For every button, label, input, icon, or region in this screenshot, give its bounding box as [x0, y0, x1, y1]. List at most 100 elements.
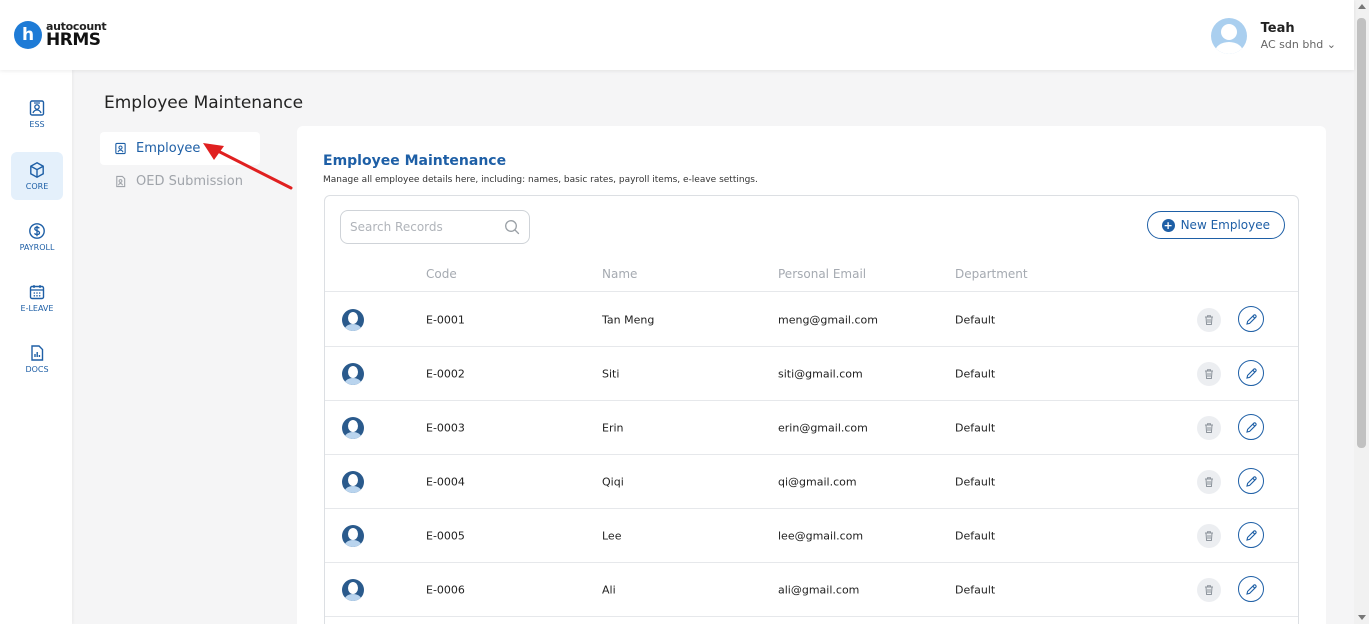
scroll-down-icon[interactable] — [1358, 615, 1366, 620]
edit-button[interactable] — [1238, 576, 1264, 602]
pencil-icon — [1245, 475, 1257, 487]
cell-email: siti@gmail.com — [778, 367, 863, 380]
new-employee-label: New Employee — [1180, 218, 1270, 232]
annotation-arrow-icon — [203, 143, 293, 190]
edit-button[interactable] — [1238, 306, 1264, 332]
cell-department: Default — [955, 367, 996, 380]
trash-icon — [1205, 369, 1213, 379]
edit-button[interactable] — [1238, 468, 1264, 494]
cell-code: E-0001 — [426, 313, 465, 326]
cell-name: Qiqi — [602, 475, 624, 488]
cell-code: E-0002 — [426, 367, 465, 380]
user-menu[interactable]: Teah AC sdn bhd ⌄ — [1210, 18, 1336, 54]
search-icon[interactable] — [504, 219, 520, 235]
search-box[interactable] — [340, 210, 530, 244]
document-icon — [31, 345, 44, 361]
nav-label: ESS — [29, 120, 45, 129]
subnav-item-label: Employee — [136, 141, 201, 156]
nav-label: CORE — [25, 182, 49, 191]
delete-button[interactable] — [1197, 578, 1221, 602]
edit-button[interactable] — [1238, 360, 1264, 386]
nav-label: DOCS — [25, 365, 49, 374]
plus-circle-icon: + — [1161, 218, 1175, 232]
document-user-icon — [116, 175, 126, 188]
cell-email: qi@gmail.com — [778, 475, 857, 488]
trash-icon — [1205, 531, 1213, 541]
cell-email: lee@gmail.com — [778, 529, 864, 542]
employee-avatar — [342, 309, 364, 331]
new-employee-button[interactable]: + New Employee — [1146, 211, 1285, 239]
company-selector[interactable]: AC sdn bhd ⌄ — [1261, 38, 1336, 51]
nav-label: E-LEAVE — [20, 304, 54, 313]
table-row[interactable]: E-0001 Tan Meng meng@gmail.com Default — [325, 293, 1298, 347]
id-card-icon — [29, 100, 45, 116]
user-avatar[interactable] — [1210, 18, 1247, 54]
cell-department: Default — [955, 421, 996, 434]
table-header: Code Name Personal Email Department — [325, 256, 1298, 292]
section-description: Manage all employee details here, includ… — [323, 175, 758, 185]
logo-product-text: HRMS — [46, 30, 101, 50]
cell-email: meng@gmail.com — [778, 313, 878, 326]
nav-ess[interactable]: ESS — [11, 90, 63, 138]
cell-code: E-0004 — [426, 475, 465, 488]
employee-avatar — [342, 471, 364, 493]
delete-button[interactable] — [1197, 416, 1221, 440]
id-badge-icon — [115, 142, 126, 155]
nav-core[interactable]: CORE — [11, 152, 63, 200]
cell-email: ali@gmail.com — [778, 583, 860, 596]
column-header-email[interactable]: Personal Email — [778, 267, 866, 281]
delete-button[interactable] — [1197, 362, 1221, 386]
trash-icon — [1205, 477, 1213, 487]
table-row[interactable]: E-0002 Siti siti@gmail.com Default — [325, 347, 1298, 401]
nav-payroll[interactable]: PAYROLL — [11, 213, 63, 261]
search-input[interactable] — [350, 220, 490, 234]
cell-name: Erin — [602, 421, 624, 434]
employee-avatar — [342, 417, 364, 439]
table-row[interactable]: E-0003 Erin erin@gmail.com Default — [325, 401, 1298, 455]
top-bar: h autocount HRMS Teah AC sdn bhd ⌄ — [0, 0, 1354, 70]
edit-button[interactable] — [1238, 414, 1264, 440]
calendar-icon — [29, 285, 45, 300]
nav-e-leave[interactable]: E-LEAVE — [11, 274, 63, 322]
page-title: Employee Maintenance — [104, 93, 304, 113]
delete-button[interactable] — [1197, 470, 1221, 494]
pencil-icon — [1245, 421, 1257, 433]
pencil-icon — [1245, 367, 1257, 379]
cell-department: Default — [955, 529, 996, 542]
cell-email: erin@gmail.com — [778, 421, 868, 434]
column-header-department[interactable]: Department — [955, 267, 1028, 281]
nav-label: PAYROLL — [19, 243, 55, 252]
table-row[interactable]: E-0006 Ali ali@gmail.com Default — [325, 563, 1298, 617]
main-card: Employee Maintenance Manage all employee… — [297, 126, 1326, 624]
cell-code: E-0003 — [426, 421, 465, 434]
cell-name: Ali — [602, 583, 616, 596]
cell-department: Default — [955, 313, 996, 326]
trash-icon — [1205, 585, 1213, 595]
scroll-up-icon[interactable] — [1358, 4, 1366, 9]
table-row[interactable]: E-0004 Qiqi qi@gmail.com Default — [325, 455, 1298, 509]
column-header-name[interactable]: Name — [602, 267, 637, 281]
pencil-icon — [1245, 313, 1257, 325]
edit-button[interactable] — [1238, 522, 1264, 548]
dollar-icon — [29, 223, 45, 239]
cell-name: Tan Meng — [602, 313, 655, 326]
table-row[interactable]: E-0005 Lee lee@gmail.com Default — [325, 509, 1298, 563]
app-logo[interactable]: h autocount HRMS — [14, 21, 107, 50]
pencil-icon — [1245, 529, 1257, 541]
side-nav: ESS CORE PAYROLL E-LEAVE DOCS — [0, 70, 72, 624]
column-header-code[interactable]: Code — [426, 267, 457, 281]
cell-name: Siti — [602, 367, 620, 380]
cell-department: Default — [955, 475, 996, 488]
page-scrollbar[interactable] — [1354, 0, 1369, 624]
delete-button[interactable] — [1197, 524, 1221, 548]
scroll-thumb[interactable] — [1357, 18, 1366, 448]
employee-avatar — [342, 579, 364, 601]
section-title: Employee Maintenance — [323, 153, 507, 169]
trash-icon — [1205, 423, 1213, 433]
employee-table: + New Employee Code Name Personal Email … — [324, 195, 1299, 624]
delete-button[interactable] — [1197, 308, 1221, 332]
cell-name: Lee — [602, 529, 622, 542]
user-name: Teah — [1260, 21, 1295, 36]
employee-avatar — [342, 525, 364, 547]
nav-docs[interactable]: DOCS — [11, 335, 63, 383]
